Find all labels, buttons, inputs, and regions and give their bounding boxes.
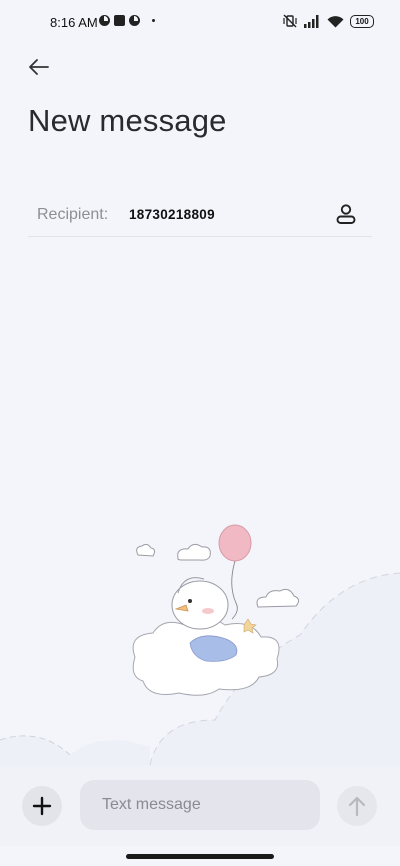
page-title: New message: [28, 103, 227, 138]
home-indicator[interactable]: [126, 854, 274, 859]
recipient-row[interactable]: Recipient: 18730218809: [28, 196, 372, 237]
status-system-icons: 100: [282, 13, 374, 29]
vibrate-off-icon: [283, 14, 297, 28]
battery-icon: 100: [350, 14, 374, 28]
status-bar: 8:16 AM 100: [0, 0, 400, 44]
status-time: 8:16 AM: [50, 15, 98, 30]
signal-icon: [304, 14, 319, 28]
add-attachment-button[interactable]: [22, 786, 62, 826]
app-notification-icon: [129, 15, 140, 26]
stop-square-icon: [114, 15, 125, 26]
dot-icon: [152, 19, 155, 22]
empty-state-illustration: [0, 524, 400, 775]
wifi-icon: [327, 15, 344, 27]
back-button[interactable]: [24, 54, 54, 80]
message-composer: [0, 766, 400, 846]
plus-icon: [32, 796, 52, 816]
send-button[interactable]: [337, 786, 377, 826]
status-notification-icons: [99, 15, 155, 26]
select-contact-button[interactable]: [334, 202, 358, 226]
recipient-label: Recipient:: [37, 206, 109, 223]
recipient-number[interactable]: 18730218809: [129, 207, 215, 222]
app-notification-icon: [99, 15, 110, 26]
arrow-up-icon: [348, 796, 366, 817]
message-input[interactable]: [80, 780, 320, 830]
arrow-left-icon: [29, 59, 49, 75]
person-icon: [336, 204, 356, 224]
